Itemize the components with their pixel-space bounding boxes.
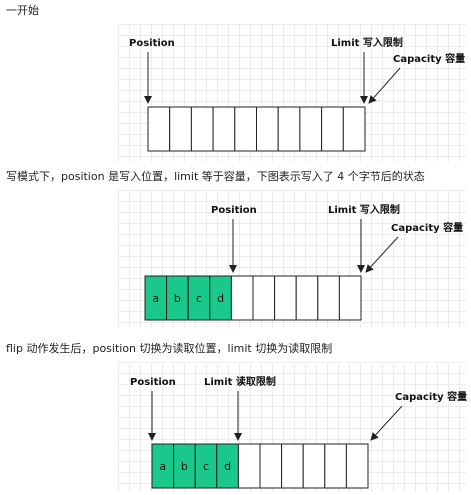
buffer-cell-empty <box>259 443 283 489</box>
limit-label: Limit 读取限制 <box>204 375 276 388</box>
capacity-arrow <box>368 67 401 104</box>
position-label: Position <box>130 377 176 388</box>
position-label: Position <box>211 205 257 216</box>
buffer-cell-empty <box>274 275 297 321</box>
buffer-cell-empty <box>345 443 369 489</box>
capacity-label: Capacity 容量 <box>393 52 465 65</box>
capacity-label: Capacity 容量 <box>395 390 467 403</box>
buffer-cell-byte: b <box>174 292 181 305</box>
buffer-cell-empty <box>321 106 344 152</box>
buffer-cell-empty <box>295 275 319 321</box>
position-label: Position <box>129 38 175 49</box>
buffer-cell-empty <box>190 106 214 152</box>
limit-label: Limit 写入限制 <box>328 203 400 216</box>
buffer-cell-empty <box>169 106 192 152</box>
capacity-arrow <box>370 405 403 441</box>
buffer-cell-byte: a <box>152 292 159 305</box>
buffer-cell-empty <box>256 106 279 152</box>
buffer-cell-byte: d <box>224 460 231 473</box>
buffer-cell-empty <box>277 106 301 152</box>
buffer-cell-empty <box>302 443 326 489</box>
capacity-label: Capacity 容量 <box>391 221 463 234</box>
buffer-cell-empty <box>252 275 276 321</box>
buffer-cell-empty <box>212 106 236 152</box>
buffer-cell-empty <box>324 443 347 489</box>
buffer-cell-byte: d <box>217 292 224 305</box>
buffer-cell-empty <box>234 106 258 152</box>
buffer-cell-empty <box>147 106 171 152</box>
buffer-cell-byte: a <box>159 460 166 473</box>
buffer-cell-empty <box>317 275 340 321</box>
buffer-cell-empty <box>342 106 366 152</box>
buffer-cell-byte: c <box>196 292 202 305</box>
limit-label: Limit 写入限制 <box>331 36 403 49</box>
buffer-cell-empty <box>281 443 304 489</box>
buffer-cell-empty <box>230 275 254 321</box>
buffer-diagrams: Position Limit 写入限制 Capacity 容量 Position Lim… <box>129 36 467 489</box>
buffer-cell-empty <box>237 443 261 489</box>
capacity-arrow <box>365 236 399 273</box>
buffer-cell-empty <box>338 275 362 321</box>
buffer-cell-empty <box>299 106 323 152</box>
buffer-cell-byte: b <box>181 460 188 473</box>
buffer-cell-byte: c <box>203 460 209 473</box>
